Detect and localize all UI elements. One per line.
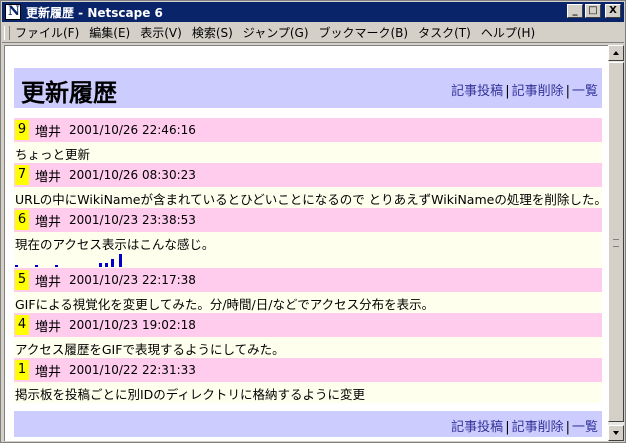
menu-bookmarks[interactable]: ブックマーク(B): [314, 24, 414, 41]
page-viewport: 更新履歴 記事投稿 | 記事削除 | 一覧 9 増井 2001/10/26 22:46:…: [4, 45, 608, 441]
graph-bar: [55, 265, 58, 267]
list-link[interactable]: 一覧: [572, 84, 598, 99]
footer-bar: 記事投稿 | 記事削除 | 一覧: [14, 411, 602, 437]
menu-help[interactable]: ヘルプ(H): [476, 24, 540, 41]
graph-bar: [105, 263, 108, 267]
window-controls: _ □ X: [567, 4, 621, 18]
menu-grip-icon[interactable]: [4, 25, 10, 40]
page-title: 更新履歴: [21, 79, 117, 107]
menu-search[interactable]: 検索(S): [187, 24, 238, 41]
entry-list: 9 増井 2001/10/26 22:46:16 ちょっと更新 7 増井 200…: [14, 118, 602, 403]
entry-body: ちょっと更新: [14, 142, 602, 163]
entry-date: 2001/10/23 23:38:53: [69, 213, 196, 227]
menu-view[interactable]: 表示(V): [135, 24, 187, 41]
entry-header: 5 増井 2001/10/23 22:17:38: [14, 268, 602, 292]
delete-article-link[interactable]: 記事削除: [512, 420, 564, 435]
entry-author: 増井: [35, 274, 62, 290]
netscape-icon: [5, 4, 21, 20]
scroll-up-icon[interactable]: [608, 45, 624, 61]
entry-date: 2001/10/26 22:46:16: [69, 123, 196, 137]
entry: 4 増井 2001/10/23 19:02:18 アクセス履歴をGIFで表現する…: [14, 313, 602, 358]
entry: 5 増井 2001/10/23 22:17:38 GIFによる視覚化を変更してみ…: [14, 268, 602, 313]
page-content: 更新履歴 記事投稿 | 記事削除 | 一覧 9 増井 2001/10/26 22:46:…: [14, 68, 602, 403]
access-graph-image: [15, 253, 601, 267]
graph-bar: [15, 265, 18, 267]
link-separator: |: [505, 84, 510, 99]
entry-number: 5: [15, 270, 29, 290]
entry-date: 2001/10/26 08:30:23: [69, 168, 196, 182]
list-link[interactable]: 一覧: [572, 420, 598, 435]
entry: 6 増井 2001/10/23 23:38:53 現在のアクセス表示はこんな感じ…: [14, 208, 602, 268]
title-bar[interactable]: 更新履歴 - Netscape 6 _ □ X: [2, 2, 624, 22]
entry-body: URLの中にWikiNameが含まれているとひどいことになるので とりあえずWi…: [14, 187, 602, 208]
post-article-link[interactable]: 記事投稿: [451, 420, 503, 435]
entry-author: 増井: [35, 364, 62, 380]
link-separator: |: [565, 420, 570, 435]
entry-body: 掲示板を投稿ごとに別IDのディレクトリに格納するように変更: [14, 382, 602, 403]
entry: 1 増井 2001/10/22 22:31:33 掲示板を投稿ごとに別IDのディ…: [14, 358, 602, 403]
header-links: 記事投稿 | 記事削除 | 一覧: [451, 80, 598, 99]
delete-article-link[interactable]: 記事削除: [512, 84, 564, 99]
entry-date: 2001/10/22 22:31:33: [69, 363, 196, 377]
entry-number: 1: [15, 360, 29, 380]
post-article-link[interactable]: 記事投稿: [451, 84, 503, 99]
menu-file[interactable]: ファイル(F): [10, 24, 84, 41]
link-separator: |: [565, 84, 570, 99]
entry-body: アクセス履歴をGIFで表現するようにしてみた。: [14, 337, 602, 358]
entry-author: 増井: [35, 319, 62, 335]
menu-edit[interactable]: 編集(E): [84, 24, 135, 41]
entry-body: GIFによる視覚化を変更してみた。分/時間/日/などでアクセス分布を表示。: [14, 292, 602, 313]
minimize-button[interactable]: _: [567, 4, 583, 18]
menu-tasks[interactable]: タスク(T): [413, 24, 476, 41]
entry-header: 1 増井 2001/10/22 22:31:33: [14, 358, 602, 382]
header-bar: 更新履歴 記事投稿 | 記事削除 | 一覧: [14, 68, 602, 108]
scroll-down-icon[interactable]: [608, 425, 624, 441]
scroll-thumb[interactable]: [608, 62, 624, 422]
entry-date: 2001/10/23 19:02:18: [69, 318, 196, 332]
entry-date: 2001/10/23 22:17:38: [69, 273, 196, 287]
graph-bar: [111, 259, 114, 267]
window-title: 更新履歴 - Netscape 6: [26, 5, 163, 20]
entry-author: 増井: [35, 214, 62, 230]
entry-author: 増井: [35, 169, 62, 185]
entry-number: 7: [15, 165, 29, 185]
menu-bar: ファイル(F) 編集(E) 表示(V) 検索(S) ジャンプ(G) ブックマーク…: [2, 23, 624, 43]
entry-header: 9 増井 2001/10/26 22:46:16: [14, 118, 602, 142]
menu-go[interactable]: ジャンプ(G): [238, 24, 314, 41]
graph-bar: [119, 254, 122, 267]
entry-body: 現在のアクセス表示はこんな感じ。: [14, 232, 602, 268]
maximize-button[interactable]: □: [585, 4, 601, 18]
entry: 9 増井 2001/10/26 22:46:16 ちょっと更新: [14, 118, 602, 163]
vertical-scrollbar[interactable]: [608, 45, 624, 441]
footer-links: 記事投稿 | 記事削除 | 一覧: [451, 416, 598, 435]
entry-header: 7 増井 2001/10/26 08:30:23: [14, 163, 602, 187]
entry-number: 4: [15, 315, 29, 335]
link-separator: |: [505, 420, 510, 435]
entry-header: 6 増井 2001/10/23 23:38:53: [14, 208, 602, 232]
close-button[interactable]: X: [605, 4, 621, 18]
entry-number: 9: [15, 120, 29, 140]
graph-bar: [35, 265, 38, 267]
browser-window: 更新履歴 - Netscape 6 _ □ X ファイル(F) 編集(E) 表示…: [0, 0, 626, 443]
grip-icon: [613, 239, 619, 247]
entry-author: 増井: [35, 124, 62, 140]
entry: 7 増井 2001/10/26 08:30:23 URLの中にWikiNameが…: [14, 163, 602, 208]
entry-body-text: 現在のアクセス表示はこんな感じ。: [15, 237, 215, 252]
entry-header: 4 増井 2001/10/23 19:02:18: [14, 313, 602, 337]
graph-bar: [99, 263, 102, 267]
entry-number: 6: [15, 210, 29, 230]
